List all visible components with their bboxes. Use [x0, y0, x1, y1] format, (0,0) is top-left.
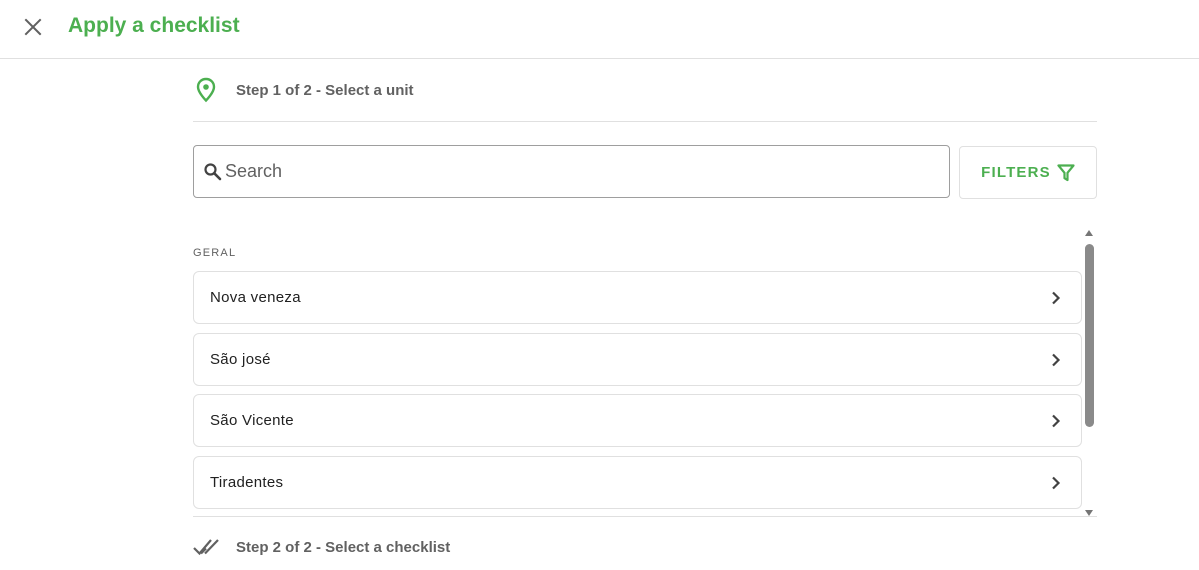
close-button[interactable] — [18, 12, 48, 42]
unit-item-nova-veneza[interactable]: Nova veneza — [193, 271, 1082, 324]
page-title: Apply a checklist — [68, 14, 240, 37]
close-icon — [24, 18, 42, 36]
chevron-right-icon — [1052, 414, 1061, 427]
step-2-header: Step 2 of 2 - Select a checklist — [193, 533, 450, 561]
filters-button[interactable]: FILTERS — [959, 146, 1097, 199]
unit-item-sao-jose[interactable]: São josé — [193, 333, 1082, 386]
chevron-right-icon — [1052, 476, 1061, 489]
filters-label: FILTERS — [981, 164, 1051, 181]
unit-label: São Vicente — [210, 412, 294, 429]
chevron-right-icon — [1052, 291, 1061, 304]
unit-label: São josé — [210, 351, 271, 368]
unit-item-tiradentes[interactable]: Tiradentes — [193, 456, 1082, 509]
step-2-label: Step 2 of 2 - Select a checklist — [236, 538, 451, 556]
search-field[interactable] — [193, 145, 950, 198]
location-pin-icon — [193, 76, 219, 104]
step-divider — [193, 121, 1097, 122]
chevron-right-icon — [1052, 353, 1061, 366]
list-scrollbar[interactable] — [1084, 230, 1095, 516]
unit-label: Nova veneza — [210, 289, 301, 306]
dialog-header: Apply a checklist — [0, 0, 1199, 59]
unit-label: Tiradentes — [210, 474, 284, 491]
step-1-header: Step 1 of 2 - Select a unit — [193, 76, 414, 104]
double-check-icon — [193, 533, 219, 561]
step-1-label: Step 1 of 2 - Select a unit — [236, 81, 414, 99]
funnel-icon — [1057, 163, 1075, 181]
step-divider — [193, 516, 1097, 517]
scroll-up-arrow[interactable] — [1085, 230, 1093, 236]
scroll-thumb[interactable] — [1085, 244, 1094, 427]
search-input[interactable] — [225, 161, 925, 182]
group-label: GERAL — [193, 247, 237, 259]
unit-item-sao-vicente[interactable]: São Vicente — [193, 394, 1082, 447]
search-icon — [204, 162, 222, 180]
